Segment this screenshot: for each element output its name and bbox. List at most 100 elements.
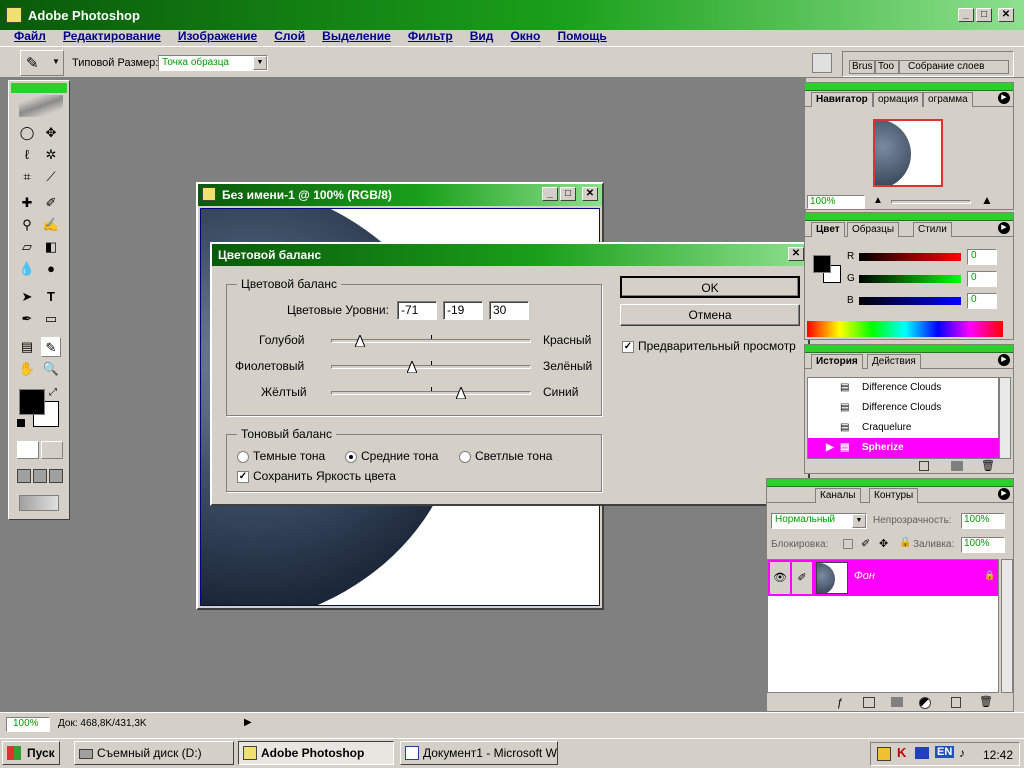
screen-mode-full-menu-icon[interactable] xyxy=(33,469,47,483)
tab-histogram[interactable]: ограмма xyxy=(923,92,973,107)
status-menu-arrow-icon[interactable]: ▶ xyxy=(244,717,252,728)
fill-input[interactable]: 100% xyxy=(961,537,1005,553)
swap-colors-icon[interactable]: ⤢ xyxy=(49,387,57,398)
tray-app-icon[interactable] xyxy=(877,747,891,761)
healing-brush-tool-icon[interactable]: ✚ xyxy=(17,193,37,213)
magenta-green-slider-thumb[interactable] xyxy=(407,361,417,373)
pen-tool-icon[interactable]: ✒ xyxy=(17,309,37,329)
history-item[interactable]: ▤ Difference Clouds xyxy=(808,378,1000,398)
jump-to-imageready-icon[interactable] xyxy=(19,495,59,511)
magenta-green-slider-track[interactable] xyxy=(331,365,531,369)
cyan-red-slider-thumb[interactable] xyxy=(355,335,365,347)
hand-tool-icon[interactable]: ✋ xyxy=(17,359,37,379)
channel-g-input[interactable]: 0 xyxy=(967,271,997,287)
lasso-tool-icon[interactable]: ℓ xyxy=(17,145,37,165)
channel-g-bar[interactable] xyxy=(859,275,961,283)
blend-mode-select[interactable]: Нормальный ▼ xyxy=(771,513,867,529)
well-tab-tools[interactable]: Too xyxy=(875,60,899,74)
quick-mask-mode-icon[interactable] xyxy=(41,441,63,459)
lock-image-icon[interactable]: ✐ xyxy=(861,537,870,550)
zoom-in-icon[interactable]: ▲ xyxy=(981,193,993,207)
tool-preset-picker[interactable]: ✎ ▼ xyxy=(20,50,64,76)
maximize-button[interactable]: □ xyxy=(976,8,992,22)
well-tab-brushes[interactable]: Brus xyxy=(849,60,875,74)
history-scrollbar[interactable] xyxy=(999,377,1011,459)
tab-channels[interactable]: Каналы xyxy=(815,488,861,503)
new-document-from-state-icon[interactable] xyxy=(919,461,929,471)
move-tool-icon[interactable]: ✥ xyxy=(41,123,61,143)
ok-button[interactable]: OK xyxy=(620,276,800,298)
layer-mask-icon[interactable] xyxy=(863,697,875,708)
lock-all-icon[interactable]: 🔒 xyxy=(899,537,911,548)
eraser-tool-icon[interactable]: ▱ xyxy=(17,237,37,257)
zoom-tool-icon[interactable]: 🔍 xyxy=(41,359,61,379)
midtones-radio[interactable] xyxy=(345,451,357,463)
dodge-tool-icon[interactable]: ● xyxy=(41,259,61,279)
tab-history[interactable]: История xyxy=(811,354,863,369)
channel-b-input[interactable]: 0 xyxy=(967,293,997,309)
new-adjustment-layer-icon[interactable] xyxy=(919,697,931,709)
menu-window[interactable]: Окно xyxy=(510,28,540,44)
history-item-selected[interactable]: ▶ ▤ Spherize xyxy=(808,438,1000,458)
screen-mode-standard-icon[interactable] xyxy=(17,469,31,483)
standard-mode-icon[interactable] xyxy=(17,441,39,459)
tray-speaker-icon[interactable]: ♪ xyxy=(959,746,965,760)
new-snapshot-icon[interactable] xyxy=(951,461,963,471)
navigator-menu-icon[interactable]: ▶ xyxy=(998,92,1010,104)
screen-mode-full-icon[interactable] xyxy=(49,469,63,483)
channel-r-input[interactable]: 0 xyxy=(967,249,997,265)
blur-tool-icon[interactable]: 💧 xyxy=(17,259,37,279)
zoom-out-icon[interactable]: ▲ xyxy=(873,195,883,206)
menu-edit[interactable]: Редактирование xyxy=(63,28,161,44)
trash-icon[interactable]: 🗑 xyxy=(981,459,995,472)
sample-size-select[interactable]: Точка образца ▼ xyxy=(158,55,268,71)
yellow-blue-slider-thumb[interactable] xyxy=(456,387,466,399)
menu-layer[interactable]: Слой xyxy=(274,28,305,44)
taskbar-item-photoshop[interactable]: Adobe Photoshop xyxy=(238,741,394,765)
taskbar-item-removable-disk[interactable]: Съемный диск (D:) xyxy=(74,741,234,765)
layer-visibility-eye-icon[interactable]: 👁 xyxy=(770,562,790,594)
notes-tool-icon[interactable]: ▤ xyxy=(17,337,37,357)
tray-kaspersky-icon[interactable]: K xyxy=(897,745,906,760)
menu-view[interactable]: Вид xyxy=(470,28,494,44)
brush-tool-icon[interactable]: ✐ xyxy=(41,193,61,213)
history-item[interactable]: ▤ Difference Clouds xyxy=(808,398,1000,418)
new-group-icon[interactable] xyxy=(891,697,903,707)
navigator-zoom-input[interactable]: 100% xyxy=(807,195,865,209)
shape-tool-icon[interactable]: ▭ xyxy=(41,309,61,329)
doc-minimize-button[interactable]: _ xyxy=(542,187,558,201)
navigator-zoom-slider[interactable] xyxy=(891,200,971,204)
layers-menu-icon[interactable]: ▶ xyxy=(998,488,1010,500)
tab-navigator[interactable]: Навигатор xyxy=(811,92,873,107)
tab-paths[interactable]: Контуры xyxy=(869,488,919,503)
gradient-tool-icon[interactable]: ◧ xyxy=(41,237,61,257)
menu-filter[interactable]: Фильтр xyxy=(408,28,453,44)
history-brush-tool-icon[interactable]: ✍ xyxy=(41,215,61,235)
yellow-blue-slider-track[interactable] xyxy=(331,391,531,395)
menu-file[interactable]: Файл xyxy=(14,28,46,44)
eyedropper-tool-icon[interactable]: ✎ xyxy=(41,337,61,357)
lock-transparency-icon[interactable] xyxy=(843,539,853,549)
tab-swatches[interactable]: Образцы xyxy=(847,222,900,237)
clone-stamp-tool-icon[interactable]: ⚲ xyxy=(17,215,37,235)
doc-close-button[interactable]: ✕ xyxy=(582,187,598,201)
close-button[interactable]: ✕ xyxy=(998,8,1014,22)
color-menu-icon[interactable]: ▶ xyxy=(998,222,1010,234)
opacity-input[interactable]: 100% xyxy=(961,513,1005,529)
color-spectrum-ramp[interactable] xyxy=(807,321,1003,337)
magic-wand-tool-icon[interactable]: ✲ xyxy=(41,145,61,165)
preview-checkbox[interactable]: ✓ xyxy=(622,341,634,353)
taskbar-item-word[interactable]: Документ1 - Microsoft W... xyxy=(400,741,558,765)
color-fg-swatch[interactable] xyxy=(813,255,831,273)
channel-b-bar[interactable] xyxy=(859,297,961,305)
history-item[interactable]: ▤ Craquelure xyxy=(808,418,1000,438)
history-menu-icon[interactable]: ▶ xyxy=(998,354,1010,366)
tab-styles[interactable]: Стили xyxy=(913,222,952,237)
menu-help[interactable]: Помощь xyxy=(557,28,606,44)
path-selection-tool-icon[interactable]: ➤ xyxy=(17,287,37,307)
navigator-thumbnail[interactable] xyxy=(873,119,943,187)
highlights-radio[interactable] xyxy=(459,451,471,463)
shadows-radio[interactable] xyxy=(237,451,249,463)
menu-image[interactable]: Изображение xyxy=(178,28,257,44)
delete-layer-icon[interactable]: 🗑 xyxy=(979,695,993,708)
